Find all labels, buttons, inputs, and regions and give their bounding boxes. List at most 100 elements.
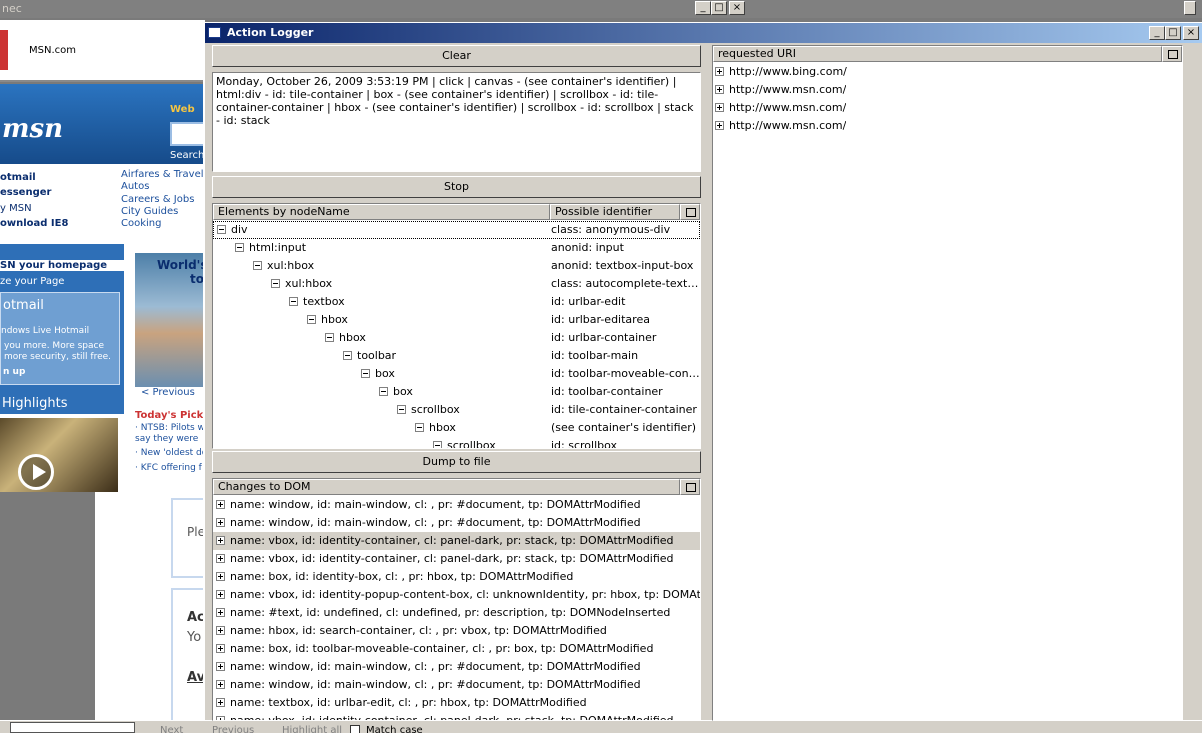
element-tree-row[interactable]: div class: anonymous-div	[213, 221, 700, 239]
element-tree-row[interactable]: xul:hbox anonid: textbox-input-box	[213, 257, 700, 275]
element-tree-row[interactable]: scrollbox id: scrollbox	[213, 437, 700, 448]
element-tree-row[interactable]: box id: toolbar-container	[213, 383, 700, 401]
expand-icon[interactable]	[216, 697, 225, 707]
link-city-guides[interactable]: City Guides	[121, 206, 178, 217]
column-header-dom-changes[interactable]: Changes to DOM	[213, 479, 680, 495]
dom-change-row[interactable]: name: textbox, id: urlbar-edit, cl: , pr…	[213, 694, 700, 712]
expand-icon[interactable]	[216, 715, 225, 720]
hotmail-signup-link[interactable]: n up	[3, 367, 25, 377]
collapse-icon[interactable]	[217, 224, 226, 234]
expand-icon[interactable]	[216, 571, 225, 581]
collapse-icon[interactable]	[325, 332, 334, 342]
dom-change-row[interactable]: name: window, id: main-window, cl: , pr:…	[213, 496, 700, 514]
play-icon[interactable]	[18, 454, 54, 490]
news-link[interactable]: · New 'oldest do	[135, 448, 207, 458]
collapse-icon[interactable]	[235, 242, 244, 252]
msn-search-button[interactable]: Search	[170, 150, 204, 161]
msn-logo[interactable]: msn	[2, 114, 63, 144]
column-picker-icon[interactable]	[1162, 46, 1182, 62]
expand-icon[interactable]	[715, 102, 724, 112]
dom-change-row[interactable]: name: window, id: main-window, cl: , pr:…	[213, 658, 700, 676]
dom-change-row[interactable]: name: box, id: identity-box, cl: , pr: h…	[213, 568, 700, 586]
uri-row[interactable]: http://www.msn.com/	[713, 81, 1182, 99]
expand-icon[interactable]	[216, 625, 225, 635]
dom-changes-tree[interactable]: Changes to DOM name: window, id: main-wi…	[212, 478, 701, 721]
dom-change-row[interactable]: name: window, id: main-window, cl: , pr:…	[213, 514, 700, 532]
element-tree-row[interactable]: html:input anonid: input	[213, 239, 700, 257]
expand-icon[interactable]	[216, 643, 225, 653]
minimize-icon[interactable]: _	[695, 1, 711, 15]
msn-search-input[interactable]	[170, 122, 205, 146]
expand-icon[interactable]	[715, 66, 724, 76]
expand-icon[interactable]	[216, 553, 225, 563]
collapse-icon[interactable]	[433, 440, 442, 448]
collapse-icon[interactable]	[343, 350, 352, 360]
element-tree-row[interactable]: scrollbox id: tile-container-container	[213, 401, 700, 419]
column-header-uri[interactable]: requested URI	[713, 46, 1162, 62]
find-input[interactable]	[10, 722, 135, 733]
element-tree-row[interactable]: textbox id: urlbar-edit	[213, 293, 700, 311]
element-tree-row[interactable]: hbox (see container's identifier)	[213, 419, 700, 437]
collapse-icon[interactable]	[307, 314, 316, 324]
expand-icon[interactable]	[715, 120, 724, 130]
find-previous-button[interactable]: Previous	[212, 725, 254, 733]
minimize-icon[interactable]: _	[1149, 26, 1165, 40]
uri-row[interactable]: http://www.msn.com/	[713, 99, 1182, 117]
element-tree-row[interactable]: hbox id: urlbar-editarea	[213, 311, 700, 329]
log-textarea[interactable]: Monday, October 26, 2009 3:53:19 PM | cl…	[212, 72, 701, 172]
column-picker-icon[interactable]	[680, 204, 700, 220]
highlight-video-thumbnail[interactable]	[0, 418, 118, 492]
expand-icon[interactable]	[715, 84, 724, 94]
dom-change-row[interactable]: name: hbox, id: search-container, cl: , …	[213, 622, 700, 640]
expand-icon[interactable]	[216, 679, 225, 689]
dom-change-row[interactable]: name: box, id: toolbar-moveable-containe…	[213, 640, 700, 658]
search-web-tab[interactable]: Web	[170, 104, 195, 115]
dom-change-row[interactable]: name: vbox, id: identity-container, cl: …	[213, 532, 700, 550]
action-logger-titlebar[interactable]: Action Logger _ □ ×	[205, 23, 1202, 43]
element-tree-row[interactable]: toolbar id: toolbar-main	[213, 347, 700, 365]
match-case-checkbox[interactable]	[350, 725, 360, 733]
element-tree-row[interactable]: hbox id: urlbar-container	[213, 329, 700, 347]
close-icon[interactable]: ×	[729, 1, 745, 15]
news-link[interactable]: say they were	[135, 434, 198, 444]
dump-to-file-button[interactable]: Dump to file	[212, 451, 701, 473]
link-customize-page[interactable]: ze your Page	[0, 276, 124, 287]
column-header-identifier[interactable]: Possible identifier	[550, 204, 680, 220]
link-autos[interactable]: Autos	[121, 181, 149, 192]
element-tree-row[interactable]: xul:hbox class: autocomplete-textbox-cont…	[213, 275, 700, 293]
element-tree-row[interactable]: box id: toolbar-moveable-container	[213, 365, 700, 383]
dom-change-row[interactable]: name: window, id: main-window, cl: , pr:…	[213, 676, 700, 694]
dom-change-row[interactable]: name: #text, id: undefined, cl: undefine…	[213, 604, 700, 622]
feature-title[interactable]: World's	[157, 258, 208, 272]
uri-row[interactable]: http://www.bing.com/	[713, 63, 1182, 81]
collapse-icon[interactable]	[379, 386, 388, 396]
collapse-icon[interactable]	[361, 368, 370, 378]
expand-icon[interactable]	[216, 535, 225, 545]
column-header-elements[interactable]: Elements by nodeName	[213, 204, 550, 220]
find-next-button[interactable]: Next	[160, 725, 183, 733]
link-cooking[interactable]: Cooking	[121, 218, 161, 229]
link-my-msn[interactable]: y MSN	[0, 203, 32, 214]
maximize-icon[interactable]: □	[711, 1, 727, 15]
collapse-icon[interactable]	[415, 422, 424, 432]
dom-change-row[interactable]: name: vbox, id: identity-popup-content-b…	[213, 586, 700, 604]
column-picker-icon[interactable]	[680, 479, 700, 495]
expand-icon[interactable]	[216, 589, 225, 599]
dom-change-row[interactable]: name: vbox, id: identity-container, cl: …	[213, 712, 700, 720]
requested-uri-tree[interactable]: requested URI http://www.bing.com/http:/…	[712, 45, 1183, 721]
clear-button[interactable]: Clear	[212, 45, 701, 67]
link-messenger[interactable]: essenger	[0, 187, 51, 198]
link-hotmail[interactable]: otmail	[0, 172, 36, 183]
link-airfares[interactable]: Airfares & Travel	[121, 169, 204, 180]
news-link[interactable]: · KFC offering f	[135, 463, 202, 473]
maximize-icon[interactable]: □	[1165, 26, 1181, 40]
collapse-icon[interactable]	[271, 278, 280, 288]
news-link[interactable]: · NTSB: Pilots w	[135, 423, 205, 433]
collapse-icon[interactable]	[397, 404, 406, 414]
collapse-icon[interactable]	[253, 260, 262, 270]
dom-change-row[interactable]: name: vbox, id: identity-container, cl: …	[213, 550, 700, 568]
stop-button[interactable]: Stop	[212, 176, 701, 198]
expand-icon[interactable]	[216, 661, 225, 671]
find-highlight-button[interactable]: Highlight all	[282, 725, 342, 733]
link-download-ie8[interactable]: ownload IE8	[0, 218, 68, 229]
